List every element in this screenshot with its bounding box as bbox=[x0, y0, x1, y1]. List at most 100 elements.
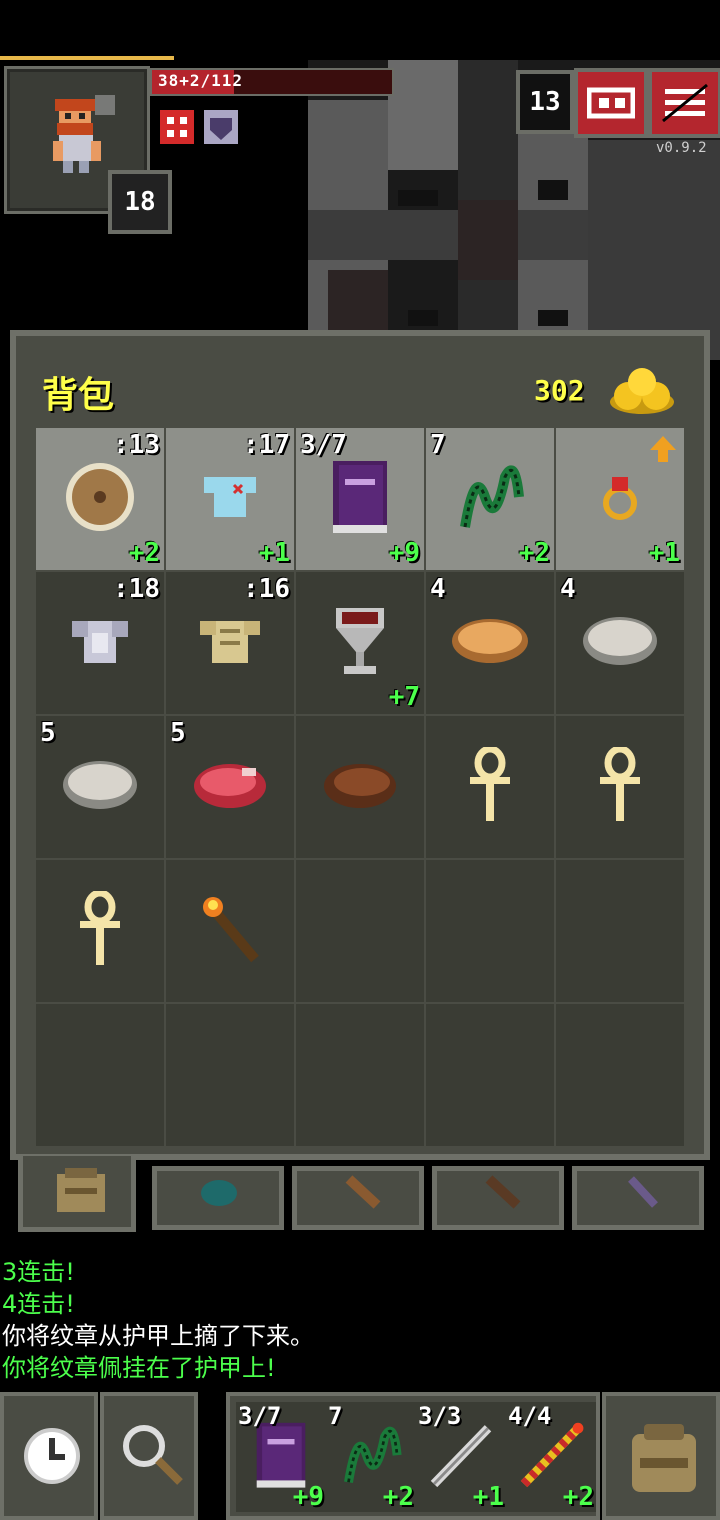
log-line: 4连击! bbox=[2, 1290, 75, 1318]
slot-quantity: 3/7 bbox=[300, 430, 347, 460]
backpack-slot[interactable] bbox=[426, 1004, 554, 1146]
backpack-title: 背包 bbox=[42, 375, 115, 416]
raw-meat-icon bbox=[192, 760, 268, 814]
slot-upgrade: +2 bbox=[128, 538, 160, 568]
backpack-slot[interactable] bbox=[36, 1004, 164, 1146]
backpack-slot[interactable]: +7 bbox=[296, 572, 424, 714]
quickslot-charges: 3/7 bbox=[238, 1402, 282, 1430]
backpack-slot[interactable] bbox=[296, 860, 424, 1002]
search-button[interactable] bbox=[100, 1392, 198, 1520]
ankh-icon bbox=[466, 745, 514, 827]
search-icon bbox=[123, 1425, 183, 1485]
wait-button[interactable] bbox=[0, 1392, 98, 1520]
health-bar: 38+2/112 bbox=[150, 68, 394, 96]
backpack-slot[interactable] bbox=[296, 1004, 424, 1146]
quickslot-charges: 7 bbox=[328, 1402, 343, 1430]
log-line: 3连击! bbox=[2, 1258, 75, 1286]
inventory-button[interactable] bbox=[602, 1392, 720, 1520]
backpack-slot[interactable]: :13 +2 bbox=[36, 428, 164, 570]
cloth-armor-icon bbox=[200, 467, 260, 531]
green-chain-icon bbox=[455, 457, 525, 541]
ankh-icon bbox=[596, 745, 644, 827]
slot-strength: :18 bbox=[113, 574, 160, 604]
holster-icon bbox=[628, 1176, 658, 1208]
log-line: 你将纹章从护甲上摘了下来。 bbox=[2, 1322, 314, 1350]
backpack-slot[interactable]: 5 bbox=[166, 716, 294, 858]
backpack-slot[interactable] bbox=[556, 716, 684, 858]
slot-upgrade: +1 bbox=[648, 538, 680, 568]
slot-quantity: 5 bbox=[170, 718, 186, 748]
quickslot[interactable]: 3/7 +9 bbox=[236, 1402, 326, 1512]
slot-quantity: 4 bbox=[560, 574, 576, 604]
quickslot-upgrade: +2 bbox=[382, 1482, 414, 1512]
version-label: v0.9.2 bbox=[656, 140, 707, 156]
backpack-slot[interactable] bbox=[36, 860, 164, 1002]
backpack-slot[interactable] bbox=[556, 1004, 684, 1146]
scale-armor-icon bbox=[198, 613, 262, 673]
stone-icon bbox=[61, 759, 139, 815]
clock-icon bbox=[24, 1428, 80, 1484]
slot-quantity: 5 bbox=[40, 718, 56, 748]
backpack-slot[interactable] bbox=[426, 860, 554, 1002]
slot-upgrade: +7 bbox=[388, 682, 420, 712]
ruby-ring-icon bbox=[600, 473, 640, 525]
tab-potion-bandolier[interactable] bbox=[432, 1166, 564, 1230]
ankh-icon bbox=[76, 889, 124, 971]
backpack-slot[interactable]: :16 bbox=[166, 572, 294, 714]
backpack-slot[interactable]: 4 bbox=[556, 572, 684, 714]
backpack-slot[interactable]: +1 bbox=[556, 428, 684, 570]
quickslot[interactable]: 3/3 +1 bbox=[416, 1402, 506, 1512]
tab-scroll-holder[interactable] bbox=[292, 1166, 424, 1230]
quickslot[interactable]: 7 +2 bbox=[326, 1402, 416, 1512]
pouch-icon bbox=[201, 1180, 237, 1206]
armor-buff-icon[interactable] bbox=[204, 110, 238, 144]
gold-count: 302 bbox=[534, 374, 585, 407]
backpack-slot[interactable] bbox=[426, 716, 554, 858]
healing-buff-icon[interactable] bbox=[160, 110, 194, 144]
bandolier-icon bbox=[485, 1175, 521, 1209]
scroll-holder-icon bbox=[345, 1175, 381, 1209]
backpack-slot[interactable] bbox=[296, 716, 424, 858]
pasty-icon bbox=[450, 616, 530, 670]
tab-backpack[interactable] bbox=[18, 1156, 136, 1232]
menu-icon bbox=[662, 83, 708, 123]
gold-pile-icon bbox=[608, 362, 676, 416]
slot-upgrade: +1 bbox=[258, 538, 290, 568]
journal-icon bbox=[587, 87, 635, 119]
slot-upgrade: +2 bbox=[518, 538, 550, 568]
backpack-slot[interactable]: 7 +2 bbox=[426, 428, 554, 570]
journal-button[interactable] bbox=[574, 68, 648, 138]
quickslot-upgrade: +9 bbox=[292, 1482, 324, 1512]
slot-upgrade: +9 bbox=[388, 538, 420, 568]
plate-armor-icon bbox=[70, 613, 130, 673]
menu-button[interactable] bbox=[648, 68, 720, 138]
backpack-slot[interactable]: :17 +1 bbox=[166, 428, 294, 570]
backpack-slot[interactable] bbox=[166, 860, 294, 1002]
backpack-slot[interactable]: :18 bbox=[36, 572, 164, 714]
backpack-slot[interactable] bbox=[166, 1004, 294, 1146]
xp-bar bbox=[0, 56, 174, 60]
slot-strength: :13 bbox=[113, 430, 160, 460]
tab-magic-holster[interactable] bbox=[572, 1166, 704, 1230]
quickslot-charges: 4/4 bbox=[508, 1402, 552, 1430]
slot-quantity: 7 bbox=[430, 430, 446, 460]
stone-icon bbox=[581, 615, 659, 671]
cooked-meat-icon bbox=[322, 760, 398, 814]
backpack-slot[interactable]: 4 bbox=[426, 572, 554, 714]
quickslot-charges: 3/3 bbox=[418, 1402, 462, 1430]
depth-indicator[interactable]: 13 bbox=[516, 70, 574, 134]
tab-seed-pouch[interactable] bbox=[152, 1166, 284, 1230]
backpack-slot[interactable]: 5 bbox=[36, 716, 164, 858]
slot-strength: :16 bbox=[243, 574, 290, 604]
backpack-grid: :13 +2:17 +1 3/7 +9 7 +2 +1:18:16 +7 4 4 5 5 bbox=[36, 428, 686, 1148]
chalice-icon bbox=[332, 604, 388, 682]
upgrade-arrow-icon bbox=[648, 434, 678, 468]
round-shield-icon bbox=[62, 459, 138, 539]
backpack-slot[interactable]: 3/7 +9 bbox=[296, 428, 424, 570]
health-text: 38+2/112 bbox=[158, 71, 244, 90]
quickslot[interactable]: 4/4 +2 bbox=[506, 1402, 596, 1512]
slot-strength: :17 bbox=[243, 430, 290, 460]
quickslot-upgrade: +2 bbox=[562, 1482, 594, 1512]
backpack-slot[interactable] bbox=[556, 860, 684, 1002]
torch-icon bbox=[199, 893, 261, 969]
